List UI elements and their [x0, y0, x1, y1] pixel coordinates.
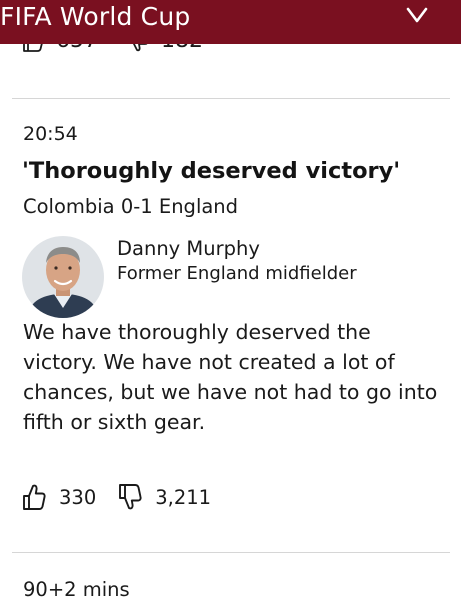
next-post-time: 90+2 mins	[23, 578, 130, 601]
post-subheading: Colombia 0-1 England	[23, 195, 239, 218]
divider	[12, 98, 450, 99]
divider	[12, 552, 450, 553]
app-header: FIFA World Cup	[0, 0, 461, 44]
thumbs-down-icon	[119, 484, 142, 510]
like-button[interactable]: 330	[22, 483, 96, 511]
avatar	[22, 236, 104, 318]
post-time: 20:54	[23, 123, 78, 145]
author-name: Danny Murphy	[117, 237, 260, 260]
like-count: 330	[59, 485, 97, 509]
dislike-button[interactable]: 3,211	[118, 483, 211, 511]
post-headline: 'Thoroughly deserved victory'	[22, 158, 401, 184]
author-role: Former England midfielder	[117, 263, 357, 284]
header-title: FIFA World Cup	[0, 2, 191, 31]
dislike-count: 3,211	[155, 485, 212, 509]
thumbs-up-icon	[23, 484, 46, 510]
post-reactions: 330 3,211	[22, 480, 211, 514]
chevron-down-icon[interactable]	[406, 6, 428, 24]
post-quote: We have thoroughly deserved the victory.…	[23, 320, 438, 434]
